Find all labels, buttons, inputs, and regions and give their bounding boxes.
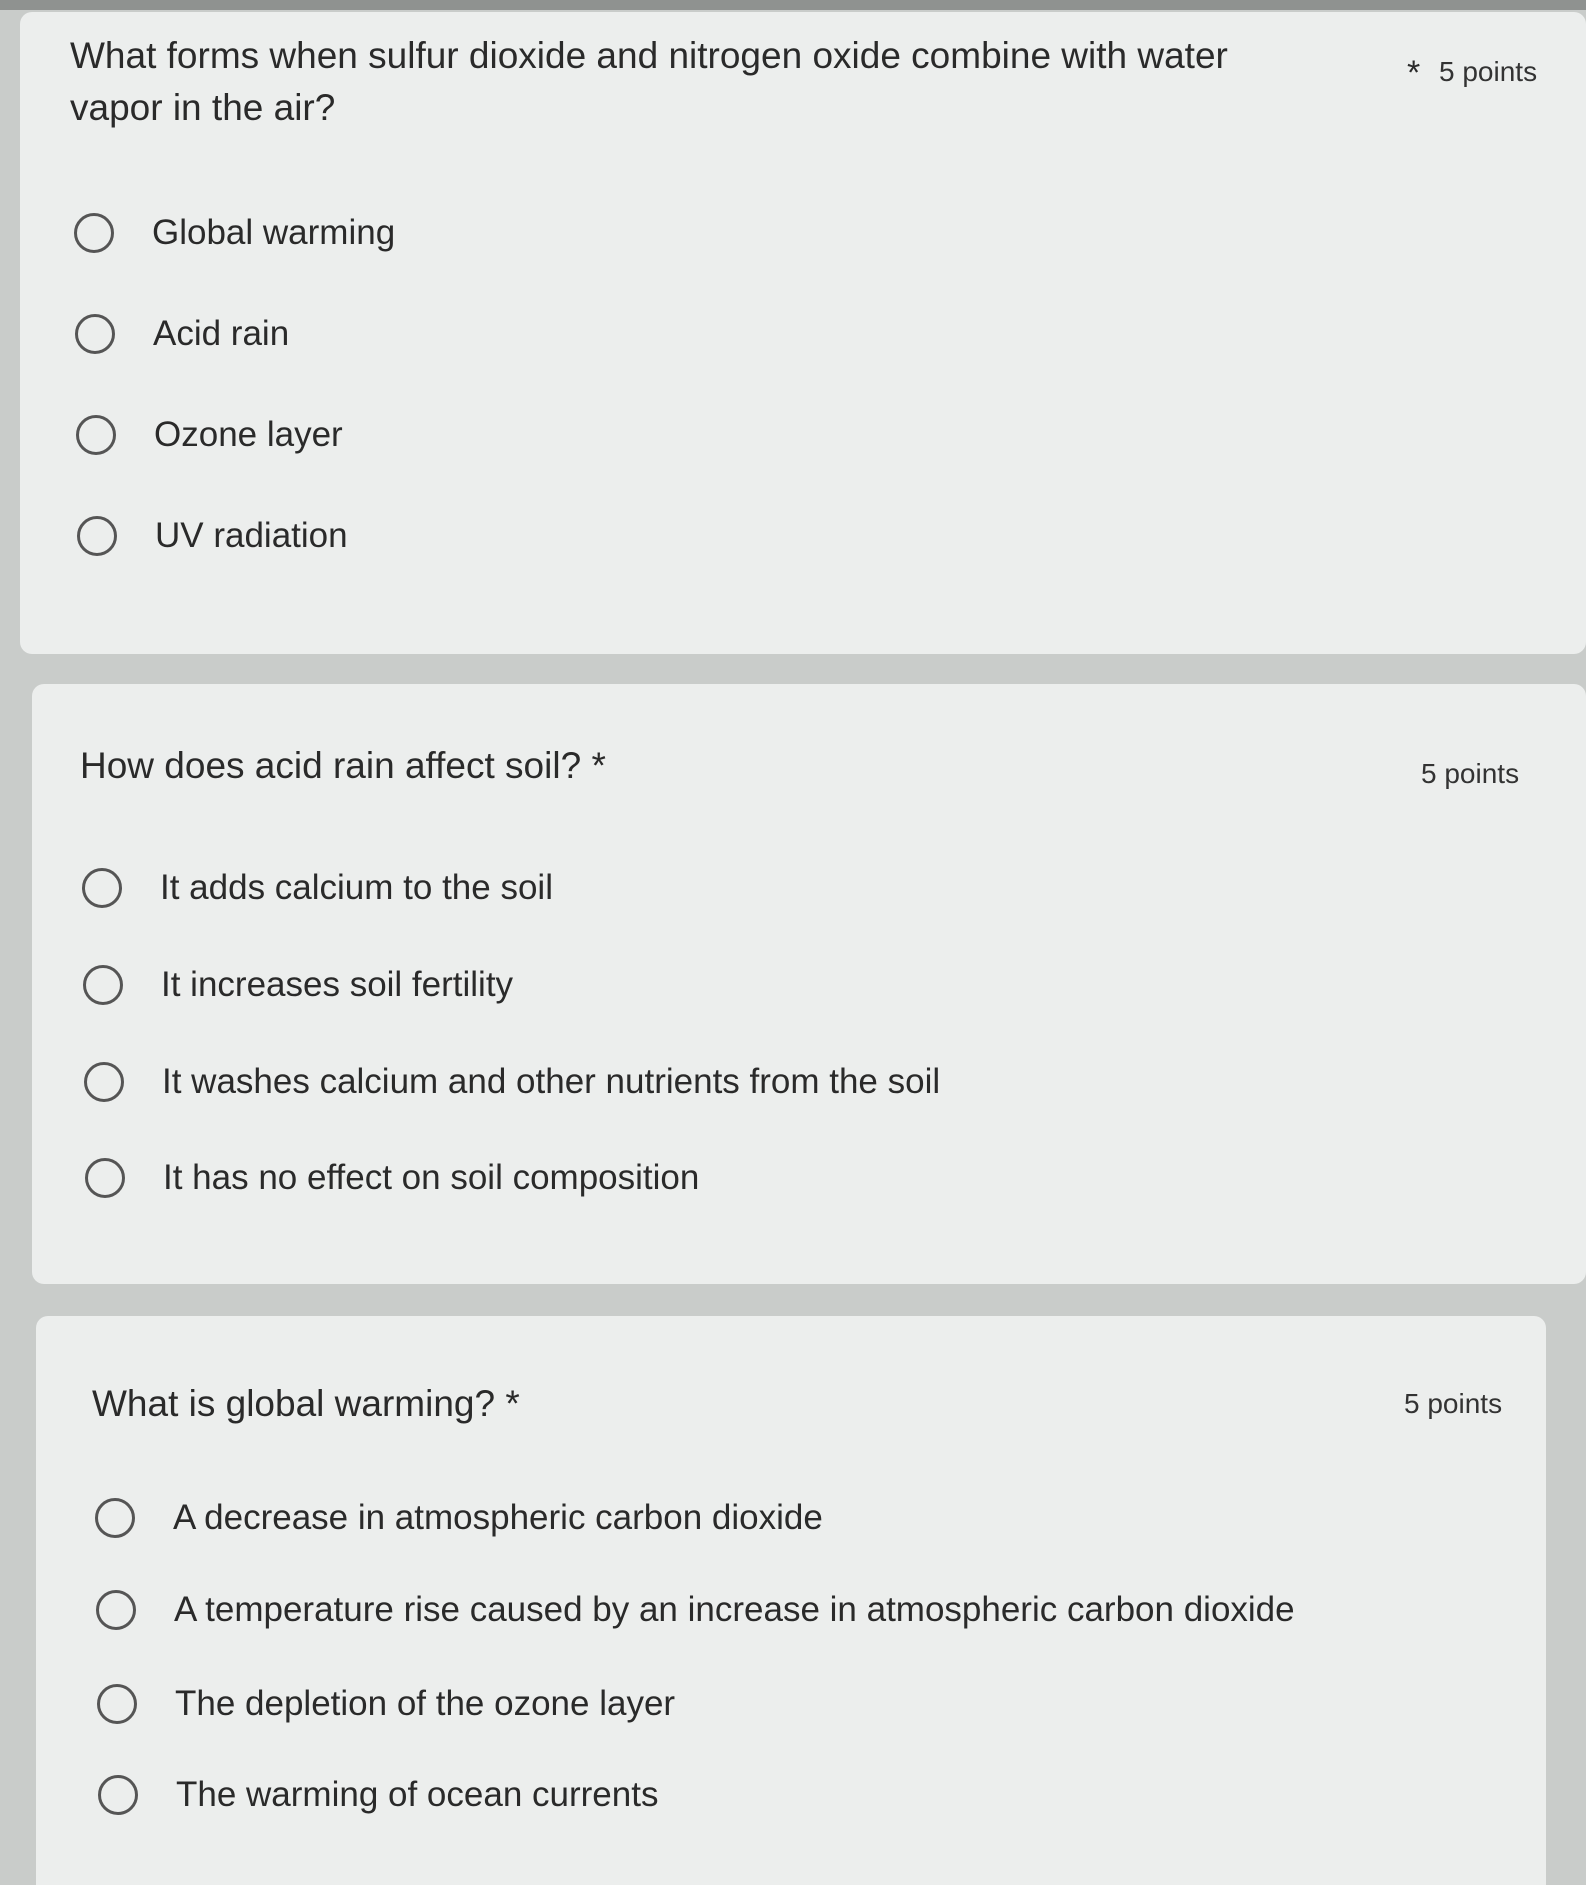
option-decrease-co2[interactable]: A decrease in atmospheric carbon dioxide	[95, 1490, 823, 1546]
question-2-title-text: How does acid rain affect soil?	[80, 745, 582, 786]
question-1-title: What forms when sulfur dioxide and nitro…	[70, 30, 1228, 134]
radio-button[interactable]	[76, 415, 116, 455]
option-label: Global warming	[152, 213, 396, 252]
option-adds-calcium[interactable]: It adds calcium to the soil	[82, 860, 553, 916]
question-2-points: 5 points	[1421, 758, 1520, 789]
radio-button[interactable]	[95, 1498, 135, 1538]
option-increases-fertility[interactable]: It increases soil fertility	[83, 957, 513, 1013]
option-label: A decrease in atmospheric carbon dioxide	[173, 1498, 823, 1537]
question-3-points: 5 points	[1404, 1388, 1503, 1419]
question-1-points: 5 points	[1439, 56, 1538, 87]
option-label: Acid rain	[153, 314, 290, 353]
radio-button[interactable]	[98, 1775, 138, 1815]
radio-button[interactable]	[96, 1590, 136, 1630]
radio-button[interactable]	[84, 1062, 124, 1102]
radio-button[interactable]	[85, 1158, 125, 1198]
question-3-title: What is global warming? *	[92, 1378, 520, 1430]
option-label: UV radiation	[155, 516, 348, 555]
radio-button[interactable]	[97, 1684, 137, 1724]
radio-button[interactable]	[74, 213, 114, 253]
option-ozone-depletion[interactable]: The depletion of the ozone layer	[97, 1676, 675, 1732]
option-washes-nutrients[interactable]: It washes calcium and other nutrients fr…	[84, 1054, 940, 1110]
radio-button[interactable]	[75, 314, 115, 354]
question-card-1: What forms when sulfur dioxide and nitro…	[20, 12, 1586, 654]
option-label: It increases soil fertility	[161, 965, 514, 1004]
question-1-title-line1: What forms when sulfur dioxide and nitro…	[70, 35, 1228, 76]
required-asterisk: *	[1407, 54, 1421, 92]
option-uv-radiation[interactable]: UV radiation	[77, 508, 348, 564]
radio-button[interactable]	[77, 516, 117, 556]
radio-button[interactable]	[83, 965, 123, 1005]
top-edge-strip	[0, 0, 1586, 10]
question-card-2: How does acid rain affect soil? * 5 poin…	[32, 684, 1586, 1284]
option-label: A temperature rise caused by an increase…	[174, 1590, 1295, 1629]
option-ocean-warming[interactable]: The warming of ocean currents	[98, 1767, 658, 1823]
option-temperature-rise[interactable]: A temperature rise caused by an increase…	[96, 1582, 1295, 1638]
option-label: Ozone layer	[154, 415, 343, 454]
option-label: It has no effect on soil composition	[163, 1158, 700, 1197]
option-ozone-layer[interactable]: Ozone layer	[76, 407, 343, 463]
question-card-3: What is global warming? * 5 points A dec…	[36, 1316, 1546, 1885]
option-global-warming[interactable]: Global warming	[74, 205, 395, 261]
question-2-title: How does acid rain affect soil? *	[80, 740, 606, 792]
option-acid-rain[interactable]: Acid rain	[75, 306, 289, 362]
option-no-effect[interactable]: It has no effect on soil composition	[85, 1150, 699, 1206]
required-asterisk: *	[505, 1383, 520, 1424]
question-1-title-line2: vapor in the air?	[70, 87, 336, 128]
option-label: The depletion of the ozone layer	[175, 1684, 676, 1723]
option-label: It washes calcium and other nutrients fr…	[162, 1062, 941, 1101]
option-label: It adds calcium to the soil	[160, 868, 553, 907]
required-asterisk: *	[591, 745, 606, 786]
option-label: The warming of ocean currents	[176, 1775, 659, 1814]
radio-button[interactable]	[82, 868, 122, 908]
question-3-title-text: What is global warming?	[92, 1383, 496, 1424]
